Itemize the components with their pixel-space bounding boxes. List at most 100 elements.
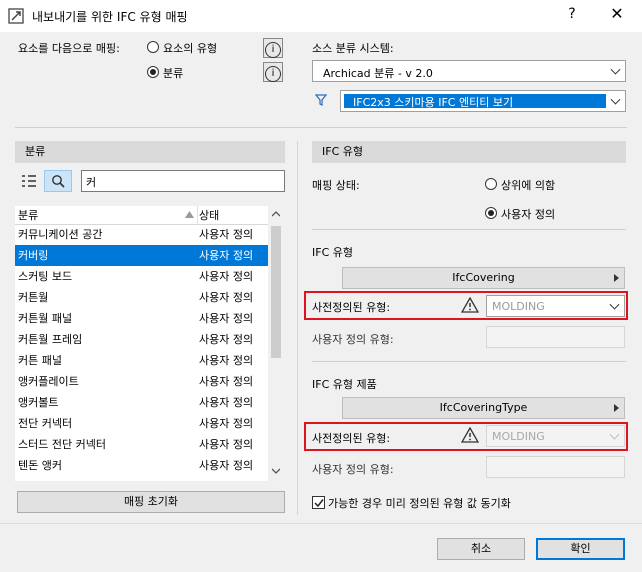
scrollbar-thumb[interactable]	[271, 226, 281, 358]
list-item[interactable]: 스커팅 보드 사용자 정의	[15, 266, 268, 287]
chevron-down-icon	[610, 94, 621, 105]
classification-header: 분류	[15, 141, 285, 163]
tree-view-icon[interactable]	[20, 173, 38, 189]
list-item[interactable]: 스터드 전단 커넥터 사용자 정의	[15, 434, 268, 455]
column-header-status[interactable]: 상태	[199, 207, 219, 223]
filter-icon[interactable]	[315, 94, 327, 106]
predefined-type-label: 사전정의된 유형:	[312, 301, 391, 314]
list-item-name: 커버링	[18, 249, 49, 262]
source-dropdown-value: Archicad 분류 - v 2.0	[323, 67, 433, 80]
sort-ascending-icon	[185, 211, 194, 218]
caret-right-icon	[614, 404, 619, 412]
ifc-product-button[interactable]: IfcCoveringType	[342, 397, 625, 419]
list-item-selected[interactable]: 커버링 사용자 정의	[15, 245, 268, 266]
list-item-status: 사용자 정의	[199, 228, 254, 241]
info-icon: i	[265, 42, 281, 58]
list-item-name: 스터드 전단 커넥터	[18, 438, 106, 451]
list-item[interactable]: 커튼 패널 사용자 정의	[15, 350, 268, 371]
chevron-down-icon	[609, 299, 620, 310]
info-button-1[interactable]: i	[263, 38, 283, 58]
filter-dropdown[interactable]: IFC2x3 스키마용 IFC 엔티티 보기	[340, 90, 626, 112]
user-product-field[interactable]	[486, 456, 625, 478]
user-type-label: 사용자 정의 유형:	[312, 333, 394, 346]
user-type-field[interactable]	[486, 326, 625, 348]
search-icon	[52, 175, 65, 188]
list-item[interactable]: 앵커플레이트 사용자 정의	[15, 371, 268, 392]
predefined-type-dropdown[interactable]: MOLDING	[486, 295, 625, 317]
list-item-status: 사용자 정의	[199, 291, 254, 304]
list-item-name: 앵커플레이트	[18, 375, 79, 388]
radio-element-type[interactable]	[147, 41, 159, 53]
radio-inherited[interactable]	[485, 178, 497, 190]
ok-button[interactable]: 확인	[536, 538, 625, 560]
list-item-name: 커튼월 패널	[18, 312, 73, 325]
ifc-product-label: IFC 유형 제품	[312, 378, 377, 391]
predefined-type-value: MOLDING	[492, 300, 545, 313]
list-item-status: 사용자 정의	[199, 354, 254, 367]
list-item-name: 커튼월	[18, 291, 49, 304]
divider	[0, 523, 642, 524]
radio-user-defined-label: 사용자 정의	[501, 208, 556, 221]
user-product-label: 사용자 정의 유형:	[312, 463, 394, 476]
radio-classification[interactable]	[147, 66, 159, 78]
list-item-name: 전단 커넥터	[18, 417, 73, 430]
column-header-classification[interactable]: 분류	[18, 207, 38, 223]
reset-mapping-button[interactable]: 매핑 초기화	[17, 491, 285, 513]
panel-divider	[297, 141, 298, 515]
radio-user-defined[interactable]	[485, 207, 497, 219]
app-icon	[8, 8, 24, 24]
mapping-status-label: 매핑 상태:	[312, 179, 360, 192]
list-item[interactable]: 앵커볼트 사용자 정의	[15, 392, 268, 413]
list-item-name: 커튼월 프레임	[18, 333, 83, 346]
divider	[312, 361, 626, 362]
list-item-status: 사용자 정의	[199, 333, 254, 346]
search-toggle-button[interactable]	[44, 170, 72, 192]
warning-icon	[461, 427, 479, 443]
checkmark-icon	[314, 499, 324, 508]
source-label: 소스 분류 시스템:	[312, 42, 394, 55]
window-title: 내보내기를 위한 IFC 유형 매핑	[32, 10, 188, 24]
chevron-down-icon	[610, 64, 621, 75]
divider	[15, 127, 627, 128]
scroll-down-icon[interactable]	[272, 468, 280, 474]
radio-inherited-label: 상위에 의함	[501, 179, 556, 192]
list-item-name: 앵커볼트	[18, 396, 59, 409]
info-button-2[interactable]: i	[263, 62, 283, 82]
list-item[interactable]: 전단 커넥터 사용자 정의	[15, 413, 268, 434]
radio-element-type-label: 요소의 유형	[163, 42, 218, 55]
ifc-product-button-label: IfcCoveringType	[439, 401, 528, 414]
cancel-button[interactable]: 취소	[437, 538, 525, 560]
chevron-down-icon	[609, 429, 620, 440]
ifc-type-header: IFC 유형	[312, 141, 626, 163]
list-item[interactable]: 텐돈 앵커 사용자 정의	[15, 455, 268, 476]
list-item-status: 사용자 정의	[199, 459, 254, 472]
search-input-value: 커	[86, 176, 97, 189]
list-item-name: 텐돈 앵커	[18, 459, 62, 472]
list-item[interactable]: 커튼월 프레임 사용자 정의	[15, 329, 268, 350]
source-dropdown[interactable]: Archicad 분류 - v 2.0	[312, 60, 626, 82]
close-button[interactable]: ✕	[606, 4, 628, 23]
list-item-status: 사용자 정의	[199, 438, 254, 451]
predefined-product-dropdown[interactable]: MOLDING	[486, 425, 625, 447]
sync-checkbox[interactable]	[312, 496, 325, 509]
list-scrollbar[interactable]	[268, 206, 284, 481]
ifc-type-button[interactable]: IfcCovering	[342, 267, 625, 289]
classification-list: 분류 상태 커뮤니케이션 공간 사용자 정의 커버링 사용자 정의 스커팅 보드 사용…	[15, 206, 284, 481]
ifc-type-label: IFC 유형	[312, 246, 353, 259]
list-item-status: 사용자 정의	[199, 396, 254, 409]
list-item-status: 사용자 정의	[199, 312, 254, 325]
list-item[interactable]: 커튼월 사용자 정의	[15, 287, 268, 308]
divider	[312, 229, 626, 230]
list-item[interactable]: 커튼월 패널 사용자 정의	[15, 308, 268, 329]
help-button[interactable]: ?	[562, 6, 582, 22]
list-item-status: 사용자 정의	[199, 270, 254, 283]
ifc-type-button-label: IfcCovering	[452, 271, 515, 284]
scroll-up-icon[interactable]	[272, 211, 280, 217]
list-item-status: 사용자 정의	[199, 417, 254, 430]
list-item[interactable]: 커뮤니케이션 공간 사용자 정의	[15, 224, 268, 245]
search-input[interactable]: 커	[81, 170, 285, 192]
radio-classification-label: 분류	[163, 67, 184, 80]
warning-icon	[461, 297, 479, 313]
sync-checkbox-label: 가능한 경우 미리 정의된 유형 값 동기화	[328, 497, 511, 510]
filter-dropdown-value: IFC2x3 스키마용 IFC 엔티티 보기	[353, 96, 514, 109]
